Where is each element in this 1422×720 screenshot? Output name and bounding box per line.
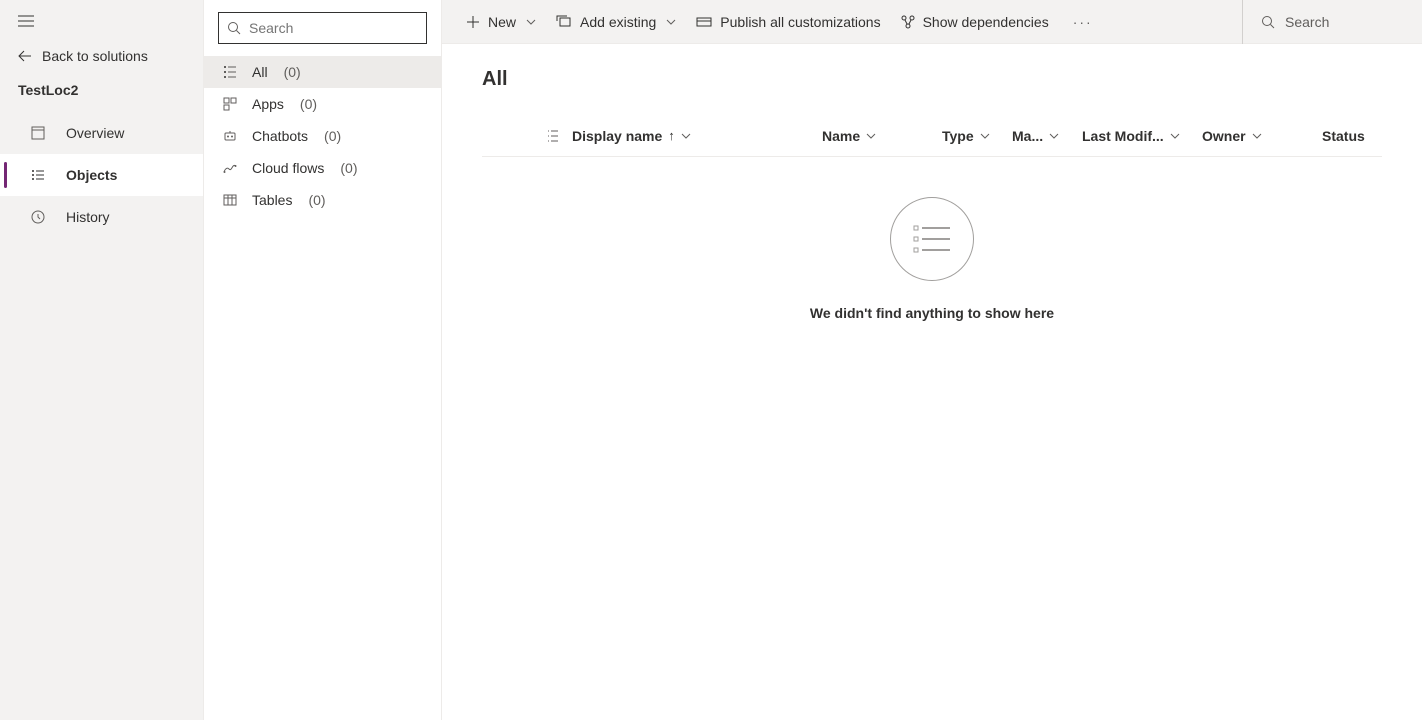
category-cloud-flows-label: Cloud flows [252,160,324,176]
column-managed-label: Ma... [1012,128,1043,144]
column-status-label: Status [1322,128,1365,144]
add-existing-icon [556,15,572,29]
chevron-down-icon [526,19,536,25]
column-display-name-label: Display name [572,128,662,144]
nav-objects[interactable]: Objects [0,154,203,196]
object-categories-panel: All (0) Apps (0) Chatbots (0) Cloud flow… [204,0,442,720]
column-display-name[interactable]: Display name ↑ [572,128,822,144]
all-icon [222,65,238,79]
column-name-label: Name [822,128,860,144]
category-chatbots-label: Chatbots [252,128,308,144]
chatbots-icon [222,129,238,143]
column-owner-label: Owner [1202,128,1246,144]
category-all-count: (0) [284,64,301,80]
chevron-down-icon [666,19,676,25]
plus-icon [466,15,480,29]
apps-icon [222,97,238,111]
nav-history[interactable]: History [0,196,203,238]
chevron-down-icon [866,133,876,139]
table-header-row: Display name ↑ Name Type Ma... [482,115,1382,157]
sort-ascending-icon: ↑ [668,128,675,143]
publish-button[interactable]: Publish all customizations [686,0,890,44]
category-chatbots-count: (0) [324,128,341,144]
category-cloud-flows[interactable]: Cloud flows (0) [204,152,441,184]
column-name[interactable]: Name [822,128,942,144]
search-icon [227,21,241,35]
new-button[interactable]: New [456,0,546,44]
show-dependencies-button[interactable]: Show dependencies [891,0,1059,44]
row-number-icon [532,129,572,143]
category-tables-count: (0) [308,192,325,208]
category-all[interactable]: All (0) [204,56,441,88]
chevron-down-icon [1252,133,1262,139]
dependencies-icon [901,15,915,29]
column-managed[interactable]: Ma... [1012,128,1082,144]
column-status[interactable]: Status [1322,128,1382,144]
more-commands-button[interactable]: ··· [1059,14,1107,30]
empty-state: We didn't find anything to show here [482,157,1382,321]
content-title: All [482,68,1382,91]
nav-overview[interactable]: Overview [0,112,203,154]
chevron-down-icon [1170,133,1180,139]
category-chatbots[interactable]: Chatbots (0) [204,120,441,152]
content-area: All Display name ↑ Name Type [442,44,1422,720]
solution-name: TestLoc2 [0,78,203,112]
category-all-label: All [252,64,268,80]
category-apps[interactable]: Apps (0) [204,88,441,120]
cloud-flows-icon [222,161,238,175]
nav-overview-label: Overview [66,125,124,141]
category-cloud-flows-count: (0) [340,160,357,176]
ellipsis-icon: ··· [1073,14,1093,30]
back-arrow-icon [18,49,32,63]
empty-state-icon [890,197,974,281]
search-icon [1261,15,1275,29]
empty-state-message: We didn't find anything to show here [810,305,1054,321]
new-label: New [488,14,516,30]
command-bar: New Add existing Publish all customizati [442,0,1422,44]
column-type-label: Type [942,128,974,144]
category-tables[interactable]: Tables (0) [204,184,441,216]
objects-icon [30,168,46,182]
column-type[interactable]: Type [942,128,1012,144]
history-icon [30,210,46,224]
show-dependencies-label: Show dependencies [923,14,1049,30]
column-owner[interactable]: Owner [1202,128,1322,144]
nav-objects-label: Objects [66,167,117,183]
category-apps-label: Apps [252,96,284,112]
back-to-solutions-link[interactable]: Back to solutions [0,40,203,78]
chevron-down-icon [1049,133,1059,139]
overview-icon [30,126,46,140]
left-navigation: Back to solutions TestLoc2 Overview Obje… [0,0,204,720]
category-tables-label: Tables [252,192,292,208]
tables-icon [222,193,238,207]
publish-label: Publish all customizations [720,14,880,30]
chevron-down-icon [681,133,691,139]
back-label: Back to solutions [42,48,148,64]
chevron-down-icon [980,133,990,139]
objects-search-input[interactable] [249,20,430,36]
add-existing-label: Add existing [580,14,656,30]
publish-icon [696,15,712,29]
objects-search-box[interactable] [218,12,427,44]
add-existing-button[interactable]: Add existing [546,0,686,44]
command-search-placeholder: Search [1285,14,1329,30]
column-last-modified-label: Last Modif... [1082,128,1164,144]
command-bar-search[interactable]: Search [1242,0,1422,44]
main-area: New Add existing Publish all customizati [442,0,1422,720]
category-apps-count: (0) [300,96,317,112]
hamburger-icon [18,15,34,27]
nav-history-label: History [66,209,110,225]
column-last-modified[interactable]: Last Modif... [1082,128,1202,144]
hamburger-button[interactable] [0,0,203,40]
